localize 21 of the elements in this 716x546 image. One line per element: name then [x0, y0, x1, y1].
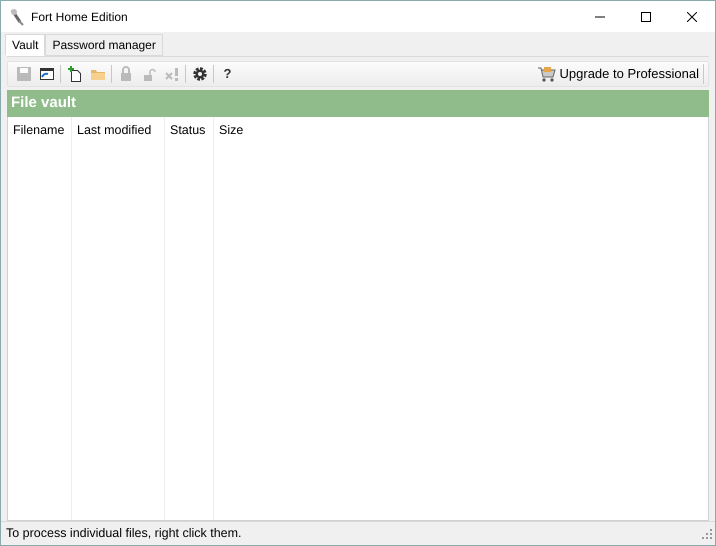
save-icon	[16, 66, 32, 82]
upgrade-button[interactable]: Upgrade to Professional	[534, 64, 704, 84]
app-icon	[9, 8, 25, 26]
status-text: To process individual files, right click them.	[6, 525, 242, 542]
resize-grip-icon	[702, 528, 712, 538]
tab[interactable]: Password manager	[45, 34, 163, 56]
new-file-icon	[66, 66, 82, 82]
cart-icon	[538, 66, 556, 82]
window-title: Fort Home Edition	[31, 8, 128, 26]
column-header[interactable]: Last modified	[77, 122, 152, 136]
window-icon	[38, 66, 54, 82]
settings-icon	[192, 66, 208, 82]
close-icon	[687, 12, 697, 22]
delete-icon	[164, 66, 180, 82]
column-header[interactable]: Filename	[13, 122, 64, 136]
tab[interactable]: Vault	[5, 34, 46, 56]
maximize-icon	[641, 12, 651, 22]
panel-title: File vault	[7, 90, 709, 116]
help-button[interactable]: ?	[216, 63, 239, 85]
column-header[interactable]: Status	[170, 122, 206, 136]
column-header[interactable]: Size	[219, 122, 244, 136]
